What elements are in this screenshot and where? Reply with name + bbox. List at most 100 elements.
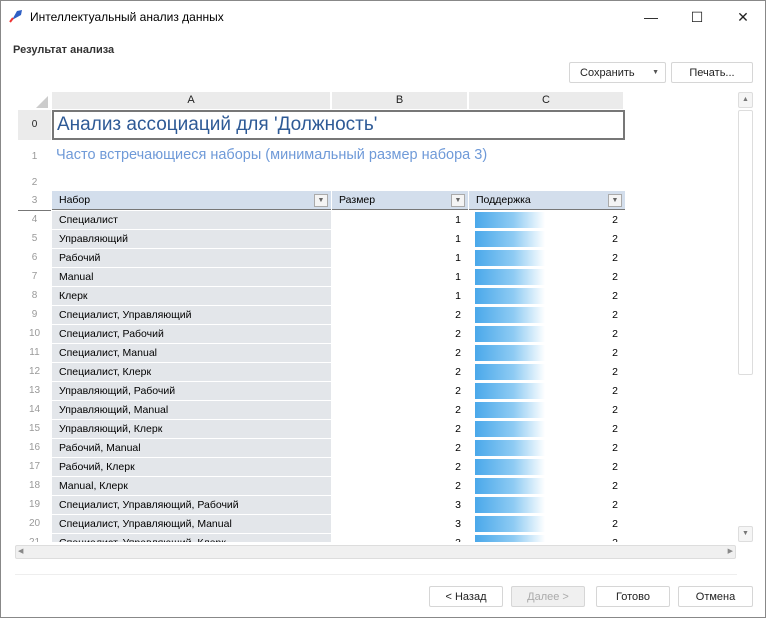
support-cell[interactable]: 2 [469,325,625,343]
support-cell[interactable]: 2 [469,439,625,457]
size-cell[interactable]: 2 [332,420,468,438]
dialog-window: Интеллектуальный анализ данных — ☐ ✕ Рез… [0,0,766,618]
footer-divider [15,574,737,575]
support-cell[interactable]: 2 [469,534,625,542]
set-cell[interactable]: Специалист, Управляющий [52,306,331,324]
minimize-button[interactable]: — [628,1,674,33]
support-cell[interactable]: 2 [469,344,625,362]
set-cell[interactable]: Специалист, Manual [52,344,331,362]
support-cell[interactable]: 2 [469,458,625,476]
size-cell[interactable]: 2 [332,325,468,343]
set-cell[interactable]: Управляющий, Клерк [52,420,331,438]
set-cell[interactable]: Специалист, Управляющий, Manual [52,515,331,533]
size-cell[interactable]: 1 [332,268,468,286]
row-number: 19 [28,499,41,510]
header-set[interactable]: Набор ▼ [52,191,331,210]
row-number: 10 [28,328,41,339]
support-cell[interactable]: 2 [469,211,625,229]
row-number: 15 [28,423,41,434]
row-number: 11 [29,347,40,358]
back-button[interactable]: < Назад [429,586,503,607]
set-cell[interactable]: Управляющий [52,230,331,248]
scroll-left-icon[interactable]: ◀ [18,546,23,558]
support-cell[interactable]: 2 [469,477,625,495]
app-rocket-icon [9,10,22,23]
row-number: 12 [28,366,41,377]
support-cell[interactable]: 2 [469,287,625,305]
save-label: Сохранить [580,66,635,79]
cancel-button[interactable]: Отмена [678,586,753,607]
size-cell[interactable]: 1 [332,211,468,229]
row-number: 4 [31,214,38,225]
column-header-a[interactable]: A [52,92,332,109]
support-cell[interactable]: 2 [469,515,625,533]
header-size[interactable]: Размер ▼ [332,191,468,210]
scroll-up-icon[interactable]: ▲ [738,92,753,108]
close-button[interactable]: ✕ [720,1,766,33]
set-cell[interactable]: Клерк [52,287,331,305]
support-cell[interactable]: 2 [469,306,625,324]
row-number: 6 [31,252,38,263]
set-cell[interactable]: Специалист, Рабочий [52,325,331,343]
set-cell[interactable]: Специалист, Управляющий, Клерк [52,534,331,542]
support-cell[interactable]: 2 [469,249,625,267]
size-cell[interactable]: 2 [332,458,468,476]
column-header-c[interactable]: C [469,92,625,109]
size-cell[interactable]: 3 [332,534,468,542]
save-button[interactable]: Сохранить ▼ [569,62,666,83]
filter-dropdown-icon[interactable]: ▼ [608,194,622,207]
vertical-scrollbar[interactable]: ▲ ▼ [738,92,753,542]
support-cell[interactable]: 2 [469,230,625,248]
set-cell[interactable]: Рабочий, Manual [52,439,331,457]
scroll-thumb[interactable] [738,110,753,375]
scroll-down-icon[interactable]: ▼ [738,526,753,542]
filter-dropdown-icon[interactable]: ▼ [314,194,328,207]
filter-dropdown-icon[interactable]: ▼ [451,194,465,207]
size-cell[interactable]: 2 [332,363,468,381]
support-cell[interactable]: 2 [469,420,625,438]
row-number: 5 [31,233,38,244]
scroll-right-icon[interactable]: ▶ [728,546,733,558]
size-cell[interactable]: 2 [332,401,468,419]
row-number: 2 [31,177,38,188]
horizontal-scrollbar[interactable]: ◀ ▶ [15,545,736,559]
row-number: 0 [18,110,51,140]
support-cell[interactable]: 2 [469,268,625,286]
column-header-b[interactable]: B [332,92,469,109]
row-number: 14 [28,404,41,415]
size-cell[interactable]: 1 [332,230,468,248]
size-cell[interactable]: 1 [332,249,468,267]
set-cell[interactable]: Рабочий [52,249,331,267]
select-all-corner[interactable] [18,92,51,109]
size-cell[interactable]: 2 [332,477,468,495]
support-cell[interactable]: 2 [469,382,625,400]
set-cell[interactable]: Специалист, Клерк [52,363,331,381]
set-cell[interactable]: Manual, Клерк [52,477,331,495]
set-cell[interactable]: Специалист [52,211,331,229]
row-number: 18 [28,480,41,491]
set-cell[interactable]: Специалист, Управляющий, Рабочий [52,496,331,514]
size-cell[interactable]: 2 [332,382,468,400]
header-support[interactable]: Поддержка ▼ [469,191,625,210]
support-cell[interactable]: 2 [469,363,625,381]
row-number: 21 [18,534,51,542]
size-cell[interactable]: 2 [332,344,468,362]
done-button[interactable]: Готово [596,586,670,607]
set-cell[interactable]: Manual [52,268,331,286]
set-cell[interactable]: Управляющий, Manual [52,401,331,419]
size-cell[interactable]: 3 [332,496,468,514]
set-cell[interactable]: Управляющий, Рабочий [52,382,331,400]
spreadsheet-grid[interactable]: A B C 0 Анализ ассоциаций для 'Должность… [18,92,732,542]
size-cell[interactable]: 2 [332,439,468,457]
size-cell[interactable]: 2 [332,306,468,324]
support-cell[interactable]: 2 [469,496,625,514]
size-cell[interactable]: 3 [332,515,468,533]
report-title[interactable]: Анализ ассоциаций для 'Должность' [52,110,625,140]
next-button[interactable]: Далее > [511,586,585,607]
size-cell[interactable]: 1 [332,287,468,305]
print-button[interactable]: Печать... [671,62,753,83]
set-cell[interactable]: Рабочий, Клерк [52,458,331,476]
maximize-button[interactable]: ☐ [674,1,720,33]
row-number: 20 [28,518,41,529]
support-cell[interactable]: 2 [469,401,625,419]
